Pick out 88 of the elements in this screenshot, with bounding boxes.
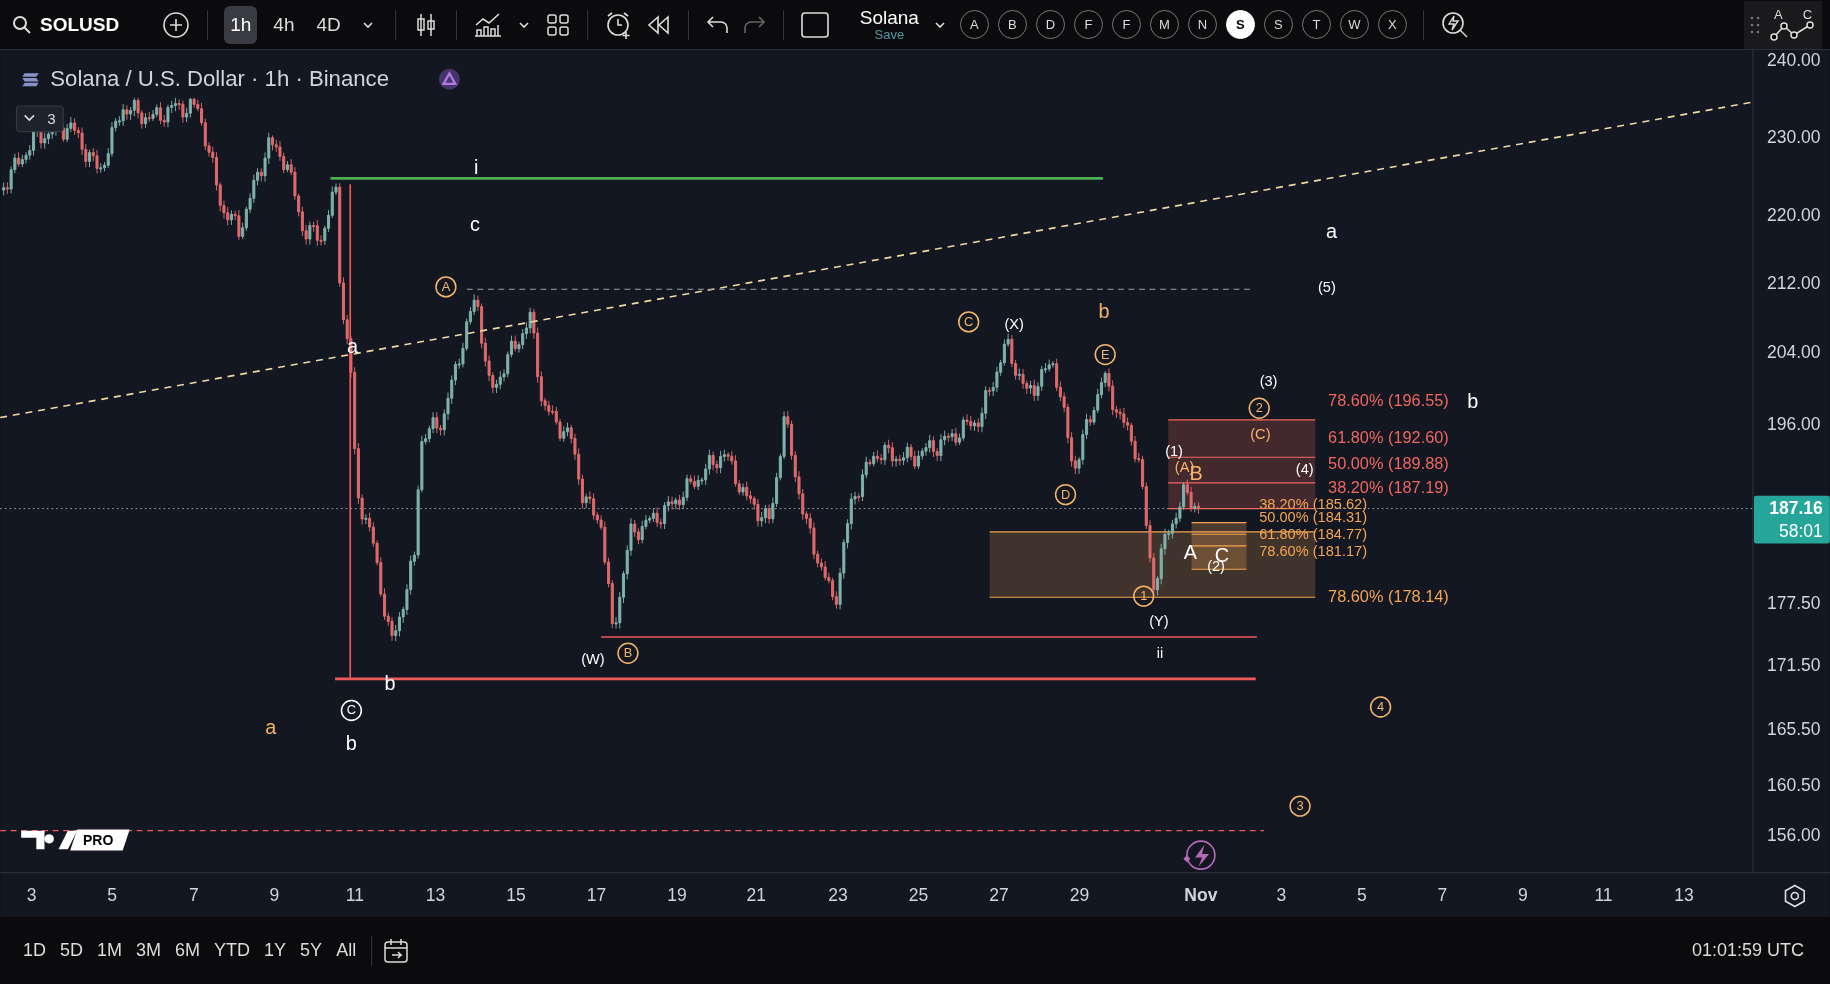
date-axis-label: 9 bbox=[269, 884, 280, 905]
date-axis-label: 9 bbox=[1518, 884, 1528, 905]
wave-label: (X) bbox=[1004, 316, 1024, 333]
date-axis-label: 7 bbox=[189, 884, 199, 905]
range-button[interactable]: All bbox=[331, 936, 362, 965]
collapse-button[interactable]: 3 bbox=[15, 105, 64, 133]
circled-wave-label: C bbox=[340, 699, 363, 722]
wave-label: (1) bbox=[1165, 443, 1183, 460]
wave-label: b bbox=[1098, 299, 1110, 322]
wave-letter: C bbox=[1802, 8, 1813, 21]
range-button[interactable]: 1M bbox=[92, 936, 128, 965]
wave-label: a bbox=[1326, 220, 1338, 243]
date-axis-label: 29 bbox=[1069, 884, 1090, 905]
interval-tab[interactable]: 1h bbox=[224, 5, 258, 44]
interval-tab[interactable]: 4D bbox=[310, 5, 347, 44]
range-button[interactable]: 6M bbox=[170, 936, 206, 965]
range-button[interactable]: 5D bbox=[55, 936, 89, 965]
current-price-badge: 187.16 58:01 bbox=[1754, 495, 1830, 544]
date-axis-label: 3 bbox=[26, 884, 37, 905]
circled-wave-label: 3 bbox=[1289, 795, 1311, 817]
chart-legend-title: Solana / U.S. Dollar · 1h · Binance bbox=[50, 66, 389, 92]
save-link[interactable]: Save bbox=[874, 27, 905, 42]
wave-label: i bbox=[474, 156, 479, 179]
wave-label: (4) bbox=[1295, 460, 1314, 477]
circled-wave-label: D bbox=[1054, 483, 1077, 506]
wave-label: c bbox=[470, 213, 481, 236]
wave-label: a bbox=[265, 716, 277, 739]
circled-wave-label: A bbox=[435, 276, 457, 298]
range-button[interactable]: 1Y bbox=[259, 936, 292, 965]
price-axis-label: 171.50 bbox=[1767, 654, 1821, 675]
price-axis-label: 204.00 bbox=[1767, 342, 1821, 362]
date-axis-label: 23 bbox=[828, 884, 848, 905]
fib-level-label: 78.60% (181.17) bbox=[1259, 542, 1368, 559]
layout-name[interactable]: Solana bbox=[859, 7, 919, 28]
date-axis-label: 5 bbox=[1357, 884, 1367, 905]
price-axis-label: 165.50 bbox=[1767, 718, 1821, 739]
watchlist-letter-button[interactable]: S bbox=[1225, 10, 1255, 39]
circled-wave-label: 4 bbox=[1369, 696, 1392, 718]
fib-level-label: 50.00% (189.88) bbox=[1328, 453, 1449, 472]
date-axis-label: 15 bbox=[506, 884, 526, 905]
fib-level-label: 78.60% (178.14) bbox=[1328, 586, 1449, 605]
fib-level-label: 61.80% (192.60) bbox=[1328, 427, 1449, 446]
circled-wave-label: B bbox=[617, 642, 639, 664]
range-button[interactable]: YTD bbox=[209, 936, 256, 965]
interval-tab[interactable]: 4h bbox=[267, 5, 301, 44]
range-button[interactable]: 3M bbox=[131, 936, 167, 965]
date-axis-label: 3 bbox=[1276, 884, 1287, 905]
price-axis-label: 230.00 bbox=[1767, 127, 1821, 148]
date-axis-label: 13 bbox=[425, 884, 446, 905]
circled-wave-label: C bbox=[958, 311, 980, 333]
range-button[interactable]: 1D bbox=[18, 936, 51, 965]
price-axis-label: 156.00 bbox=[1767, 825, 1821, 846]
fib-level-label: 78.60% (196.55) bbox=[1328, 390, 1449, 409]
date-axis-label: 5 bbox=[107, 884, 118, 905]
wave-label: (W) bbox=[581, 651, 605, 668]
date-axis-label: 11 bbox=[345, 884, 364, 905]
utc-clock[interactable]: 01:01:59 UTC bbox=[1691, 940, 1804, 961]
range-button[interactable]: 5Y bbox=[295, 936, 328, 965]
date-axis-label: 13 bbox=[1674, 884, 1694, 905]
date-axis-label: Nov bbox=[1184, 884, 1218, 905]
wave-label: A bbox=[1183, 541, 1197, 564]
date-axis-label: 25 bbox=[908, 884, 929, 905]
date-axis-label: 17 bbox=[586, 884, 607, 905]
circled-wave-label: E bbox=[1094, 343, 1116, 366]
price-axis-label: 177.50 bbox=[1767, 592, 1821, 613]
date-axis-label: 7 bbox=[1437, 884, 1448, 905]
wave-label: (5) bbox=[1318, 278, 1336, 295]
price-axis-label: 220.00 bbox=[1767, 205, 1821, 226]
symbol-search-button[interactable]: SOLUSD bbox=[8, 9, 124, 40]
date-axis-label: 27 bbox=[989, 884, 1009, 905]
wave-label: (Y) bbox=[1149, 612, 1169, 629]
pro-badge: PRO bbox=[70, 829, 130, 851]
date-axis-label: 11 bbox=[1594, 884, 1613, 905]
wave-label: (C) bbox=[1250, 425, 1271, 442]
date-axis-label: 21 bbox=[746, 884, 767, 905]
wave-label: (3) bbox=[1259, 373, 1278, 390]
wave-label: b bbox=[1467, 389, 1479, 412]
circled-wave-label: 2 bbox=[1248, 397, 1270, 419]
date-axis-label: 19 bbox=[667, 884, 687, 905]
fib-level-label: 38.20% (187.19) bbox=[1328, 478, 1449, 497]
wave-label: ii bbox=[1156, 645, 1164, 662]
wave-label: b bbox=[345, 731, 357, 754]
price-axis-label: 212.00 bbox=[1767, 273, 1821, 294]
price-axis-label: 240.00 bbox=[1767, 50, 1821, 71]
wave-letter: A bbox=[1773, 8, 1783, 21]
price-axis-label: 160.50 bbox=[1767, 774, 1821, 795]
price-axis-label: 196.00 bbox=[1767, 414, 1821, 435]
wave-tool-button[interactable]: A C bbox=[1744, 0, 1822, 49]
